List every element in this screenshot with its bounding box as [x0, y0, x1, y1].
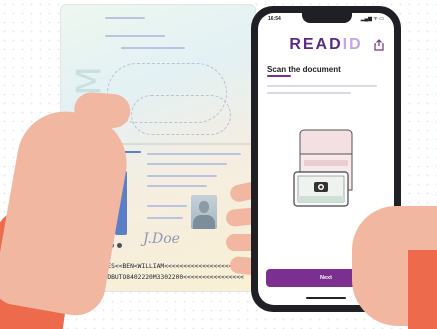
scan-illustration	[293, 129, 353, 207]
passport-text-line	[147, 175, 217, 177]
status-time: 16:54	[268, 16, 281, 22]
passport-text-line	[147, 163, 227, 165]
passport-text-line	[105, 17, 145, 19]
passport-watermark: M	[69, 66, 110, 96]
passport-ghost-photo	[191, 195, 217, 229]
share-icon[interactable]	[374, 39, 384, 51]
passport-text-line	[147, 205, 187, 207]
instruction-line	[267, 85, 377, 87]
passport-text-line	[147, 153, 241, 155]
home-indicator[interactable]	[306, 297, 346, 299]
passport-signature: J.Doe	[143, 231, 180, 247]
phone-notch	[302, 13, 352, 23]
passport-text-line	[147, 217, 183, 219]
right-sleeve	[408, 250, 437, 329]
logo-read: READ	[289, 36, 343, 53]
passport-text-line	[105, 35, 165, 37]
status-icons: ▂▄▆ ᯤ ▭	[360, 16, 384, 22]
left-thumb	[73, 91, 132, 130]
passport-text-line	[147, 185, 207, 187]
passport-guilloche	[131, 95, 231, 135]
progress-indicator	[267, 75, 291, 77]
instruction-line	[267, 92, 351, 94]
camera-icon	[314, 182, 328, 192]
passport-text-line	[121, 47, 185, 49]
logo-id: ID	[342, 36, 363, 53]
page-title: Scan the document	[267, 65, 341, 74]
